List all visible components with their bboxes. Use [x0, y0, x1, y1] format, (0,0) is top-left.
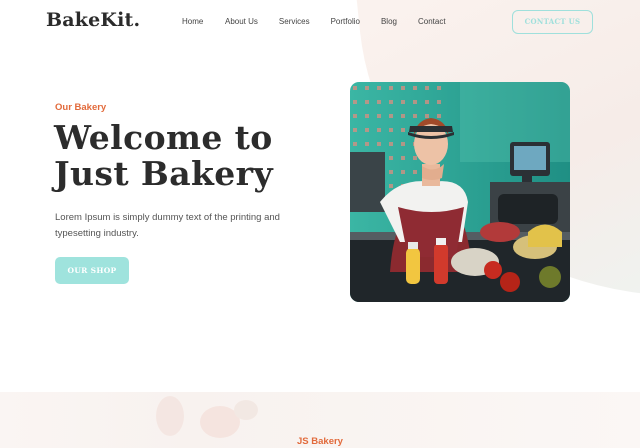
- nav-link-blog[interactable]: Blog: [381, 17, 397, 26]
- hero-title-line-1: Welcome to: [54, 118, 273, 157]
- hero-eyebrow: Our Bakery: [55, 102, 107, 113]
- bakery-cashier-photo: [350, 82, 570, 302]
- our-shop-button[interactable]: OUR SHOP: [55, 257, 129, 284]
- navbar: BakeKit. Home About Us Services Portfoli…: [0, 0, 640, 44]
- hero-title: Welcome to Just Bakery: [54, 120, 344, 192]
- nav-link-about-us[interactable]: About Us: [225, 17, 258, 26]
- hero-title-line-2: Just Bakery: [54, 154, 274, 193]
- section-eyebrow: JS Bakery: [297, 436, 343, 447]
- nav-link-portfolio[interactable]: Portfolio: [331, 17, 360, 26]
- nav-link-contact[interactable]: Contact: [418, 17, 446, 26]
- logo[interactable]: BakeKit.: [46, 9, 140, 31]
- hero-photo: [350, 82, 570, 302]
- nav-link-home[interactable]: Home: [182, 17, 204, 26]
- contact-us-button[interactable]: CONTACT US: [512, 10, 593, 34]
- nav-menu: Home About Us Services Portfolio Blog Co…: [182, 17, 467, 26]
- hero-description: Lorem Ipsum is simply dummy text of the …: [55, 212, 280, 239]
- nav-link-services[interactable]: Services: [279, 17, 310, 26]
